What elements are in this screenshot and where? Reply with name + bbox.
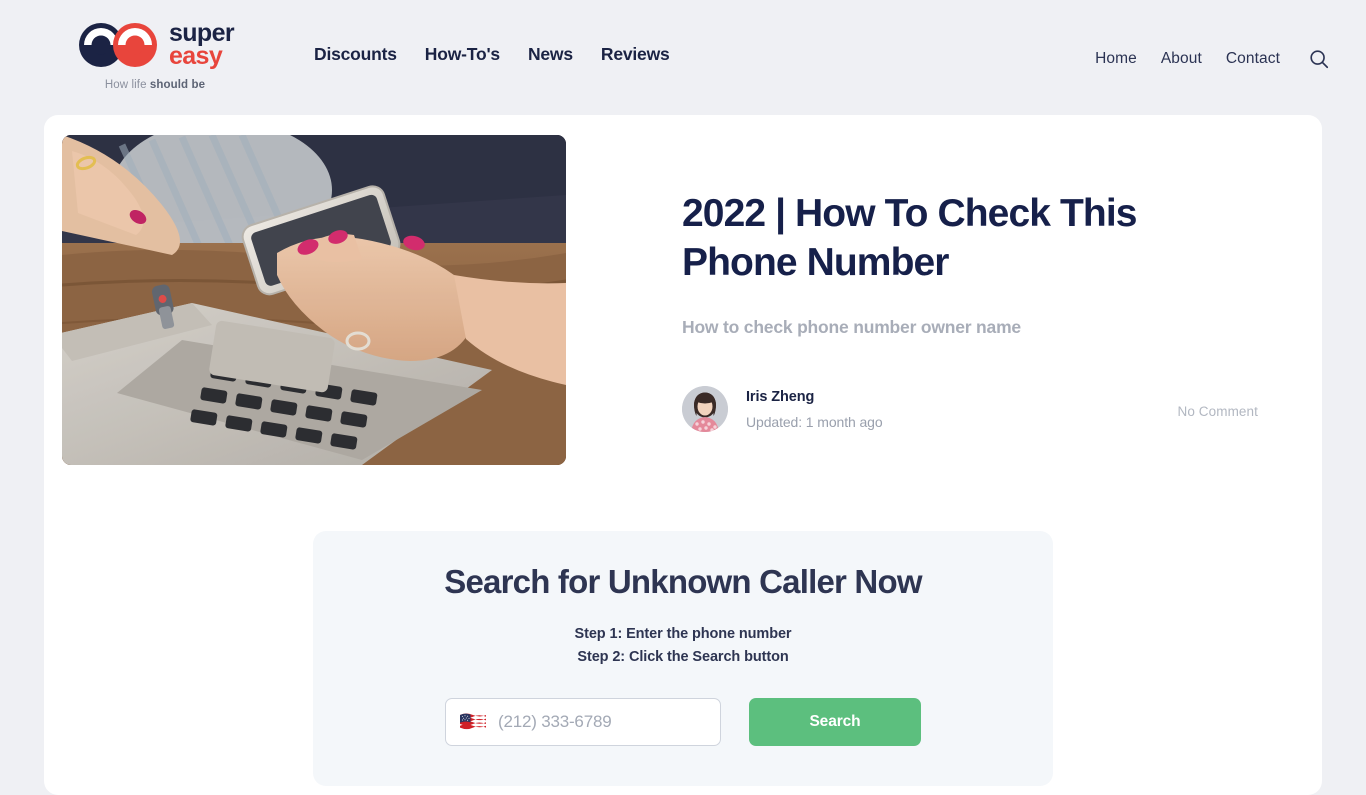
author-avatar[interactable] [682, 386, 728, 433]
search-step-2: Step 2: Click the Search button [577, 649, 789, 666]
nav-item-about[interactable]: About [1161, 50, 1202, 68]
nav-item-how-tos[interactable]: How-To's [425, 44, 500, 65]
us-flag-icon [460, 713, 486, 731]
phone-search-form: Search [313, 697, 1053, 746]
search-submit-button[interactable]: Search [749, 697, 921, 746]
caller-search-section: Search for Unknown Caller Now Step 1: En… [44, 465, 1322, 786]
brand-row: super easy [76, 21, 235, 70]
brand-tagline-bold: should be [149, 79, 206, 91]
article-byline: Iris Zheng Updated: 1 month ago No Comme… [682, 386, 1258, 433]
author-info: Iris Zheng Updated: 1 month ago [746, 388, 883, 430]
site-header: super easy How life should be Discounts … [0, 0, 1366, 110]
phone-number-field[interactable] [445, 697, 721, 746]
search-icon[interactable] [1306, 46, 1332, 72]
comment-count[interactable]: No Comment [1177, 400, 1258, 419]
nav-item-home[interactable]: Home [1095, 50, 1137, 68]
nav-item-news[interactable]: News [528, 44, 573, 65]
article-subtitle: How to check phone number owner name [682, 317, 1021, 338]
phone-number-input[interactable] [498, 711, 719, 732]
article-header: 2022 | How To Check This Phone Number Ho… [44, 115, 1322, 465]
brand-logo[interactable]: super easy How life should be [40, 0, 270, 91]
author-name[interactable]: Iris Zheng [746, 389, 814, 405]
nav-item-discounts[interactable]: Discounts [314, 44, 397, 65]
brand-tagline: How life should be [105, 79, 205, 91]
double-e-circles-logo-icon [76, 22, 160, 68]
nav-item-reviews[interactable]: Reviews [601, 44, 670, 65]
content-card: 2022 | How To Check This Phone Number Ho… [44, 115, 1322, 795]
main-navigation: Discounts How-To's News Reviews [314, 0, 670, 65]
article-meta: 2022 | How To Check This Phone Number Ho… [566, 135, 1304, 465]
brand-wordmark: super easy [168, 21, 235, 70]
article-title: 2022 | How To Check This Phone Number [682, 192, 1137, 285]
search-panel-steps: Step 1: Enter the phone number Step 2: C… [313, 623, 1053, 670]
nav-item-contact[interactable]: Contact [1226, 50, 1280, 68]
brand-tagline-prefix: How life [104, 79, 150, 91]
article-updated-date: Updated: 1 month ago [746, 414, 883, 431]
brand-word-easy: easy [168, 42, 223, 70]
search-panel-title: Search for Unknown Caller Now [444, 563, 922, 600]
utility-navigation: Home About Contact [1095, 0, 1332, 72]
caller-search-panel: Search for Unknown Caller Now Step 1: En… [313, 531, 1053, 786]
search-step-1: Step 1: Enter the phone number [574, 626, 792, 642]
article-hero-image [62, 135, 566, 465]
